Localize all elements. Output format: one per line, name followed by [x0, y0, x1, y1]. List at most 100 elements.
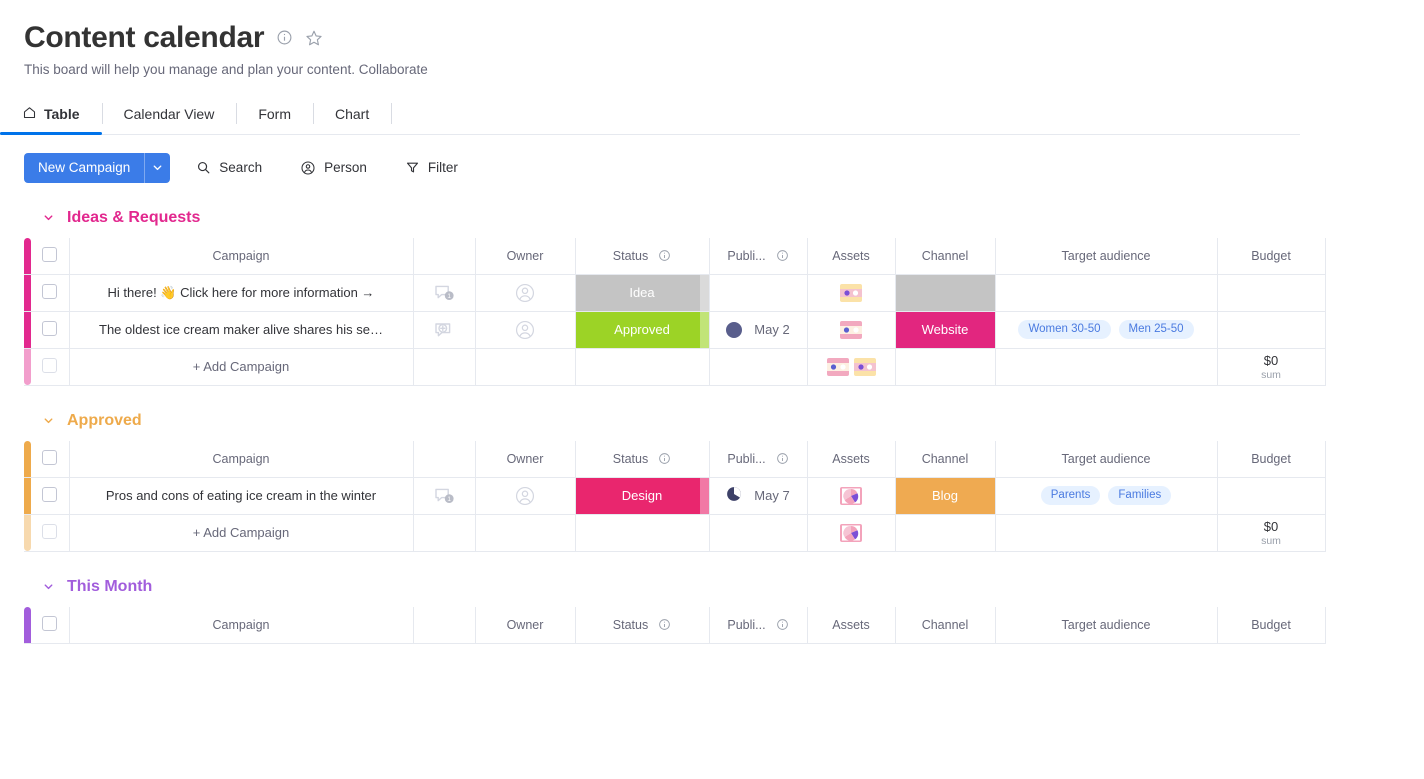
add-campaign-row[interactable]: + Add Campaign $0sum: [24, 514, 1325, 551]
cell-owner[interactable]: [475, 274, 575, 311]
audience-tag[interactable]: Parents: [1041, 486, 1101, 505]
select-all-checkbox-cell[interactable]: [31, 238, 69, 275]
status-value[interactable]: Design: [576, 478, 709, 514]
asset-thumbnail[interactable]: [840, 321, 862, 339]
person-avatar-icon[interactable]: [476, 319, 575, 341]
column-header-assets[interactable]: Assets: [807, 441, 895, 478]
info-circle-icon[interactable]: [776, 249, 789, 262]
group-title[interactable]: This Month: [67, 578, 152, 596]
row-checkbox[interactable]: [42, 284, 57, 299]
person-filter-button[interactable]: Person: [288, 154, 379, 182]
row-checkbox-cell[interactable]: [31, 274, 69, 311]
select-all-checkbox[interactable]: [42, 616, 57, 631]
column-header-status[interactable]: Status: [575, 607, 709, 644]
chevron-down-icon[interactable]: [42, 414, 55, 427]
column-header-channel[interactable]: Channel: [895, 441, 995, 478]
table-row[interactable]: The oldest ice cream maker alive shares …: [24, 311, 1325, 348]
column-header-assets[interactable]: Assets: [807, 607, 895, 644]
select-all-checkbox-cell[interactable]: [31, 607, 69, 644]
column-header-status[interactable]: Status: [575, 238, 709, 275]
cell-status[interactable]: Design: [575, 477, 709, 514]
column-header-channel[interactable]: Channel: [895, 238, 995, 275]
row-checkbox-cell[interactable]: [31, 477, 69, 514]
cell-publish-date[interactable]: May 2: [709, 311, 807, 348]
tab-form[interactable]: Form: [236, 99, 313, 134]
cell-campaign[interactable]: Pros and cons of eating ice cream in the…: [69, 477, 413, 514]
person-avatar-icon[interactable]: [476, 485, 575, 507]
column-header-budget[interactable]: Budget: [1217, 238, 1325, 275]
budget-summary-cell[interactable]: $0sum: [1217, 514, 1325, 551]
cell-status[interactable]: Approved: [575, 311, 709, 348]
column-header-campaign[interactable]: Campaign: [69, 238, 413, 275]
chevron-down-icon[interactable]: [42, 580, 55, 593]
select-all-checkbox[interactable]: [42, 450, 57, 465]
group-title[interactable]: Approved: [67, 412, 142, 430]
asset-thumbnail[interactable]: [827, 358, 849, 376]
asset-thumbnail[interactable]: [840, 487, 862, 505]
channel-value[interactable]: [896, 275, 995, 311]
column-header-status[interactable]: Status: [575, 441, 709, 478]
filter-button[interactable]: Filter: [393, 154, 470, 181]
info-circle-icon[interactable]: [658, 452, 671, 465]
group-title[interactable]: Ideas & Requests: [67, 209, 200, 227]
channel-value[interactable]: Blog: [896, 478, 995, 514]
column-header-budget[interactable]: Budget: [1217, 607, 1325, 644]
audience-tag[interactable]: Men 25-50: [1119, 320, 1194, 339]
info-circle-icon[interactable]: [658, 618, 671, 631]
chevron-down-icon[interactable]: [144, 153, 170, 183]
info-circle-icon[interactable]: [776, 452, 789, 465]
cell-budget[interactable]: [1217, 311, 1325, 348]
cell-target-audience[interactable]: [995, 274, 1217, 311]
row-checkbox-cell[interactable]: [31, 311, 69, 348]
cell-messages[interactable]: 1: [413, 477, 475, 514]
column-header-owner[interactable]: Owner: [475, 441, 575, 478]
status-value[interactable]: Idea: [576, 275, 709, 311]
column-header-assets[interactable]: Assets: [807, 238, 895, 275]
asset-thumbnail[interactable]: [854, 358, 876, 376]
cell-owner[interactable]: [475, 477, 575, 514]
search-button[interactable]: Search: [184, 154, 274, 181]
column-header-audience[interactable]: Target audience: [995, 238, 1217, 275]
tab-chart[interactable]: Chart: [313, 99, 391, 134]
column-header-date[interactable]: Publi...: [709, 238, 807, 275]
cell-messages[interactable]: [413, 311, 475, 348]
cell-assets[interactable]: [807, 348, 895, 385]
comment-badge-icon[interactable]: 1: [414, 281, 475, 305]
cell-assets[interactable]: [807, 274, 895, 311]
new-campaign-button-group[interactable]: New Campaign: [24, 153, 170, 183]
publish-date-value[interactable]: May 2: [710, 322, 807, 338]
cell-target-audience[interactable]: Parents Families: [995, 477, 1217, 514]
select-all-checkbox[interactable]: [42, 247, 57, 262]
cell-channel[interactable]: [895, 274, 995, 311]
info-circle-icon[interactable]: [276, 29, 293, 46]
row-checkbox[interactable]: [42, 487, 57, 502]
audience-tag[interactable]: Families: [1108, 486, 1171, 505]
cell-assets[interactable]: [807, 311, 895, 348]
cell-assets[interactable]: [807, 514, 895, 551]
channel-value[interactable]: Website: [896, 312, 995, 348]
column-header-audience[interactable]: Target audience: [995, 441, 1217, 478]
table-row[interactable]: Pros and cons of eating ice cream in the…: [24, 477, 1325, 514]
column-header-audience[interactable]: Target audience: [995, 607, 1217, 644]
audience-tag[interactable]: Women 30-50: [1018, 320, 1110, 339]
budget-summary-cell[interactable]: $0sum: [1217, 348, 1325, 385]
cell-channel[interactable]: Website: [895, 311, 995, 348]
column-header-campaign[interactable]: Campaign: [69, 607, 413, 644]
add-campaign-row[interactable]: + Add Campaign $0sum: [24, 348, 1325, 385]
publish-date-value[interactable]: May 7: [710, 486, 807, 505]
cell-target-audience[interactable]: Women 30-50 Men 25-50: [995, 311, 1217, 348]
person-avatar-icon[interactable]: [476, 282, 575, 304]
asset-thumbnail[interactable]: [840, 284, 862, 302]
cell-channel[interactable]: Blog: [895, 477, 995, 514]
info-circle-icon[interactable]: [776, 618, 789, 631]
cell-assets[interactable]: [807, 477, 895, 514]
column-header-owner[interactable]: Owner: [475, 238, 575, 275]
column-header-campaign[interactable]: Campaign: [69, 441, 413, 478]
status-value[interactable]: Approved: [576, 312, 709, 348]
info-circle-icon[interactable]: [658, 249, 671, 262]
column-header-budget[interactable]: Budget: [1217, 441, 1325, 478]
column-header-date[interactable]: Publi...: [709, 607, 807, 644]
add-campaign-button[interactable]: + Add Campaign: [69, 514, 413, 551]
select-all-checkbox-cell[interactable]: [31, 441, 69, 478]
column-header-date[interactable]: Publi...: [709, 441, 807, 478]
